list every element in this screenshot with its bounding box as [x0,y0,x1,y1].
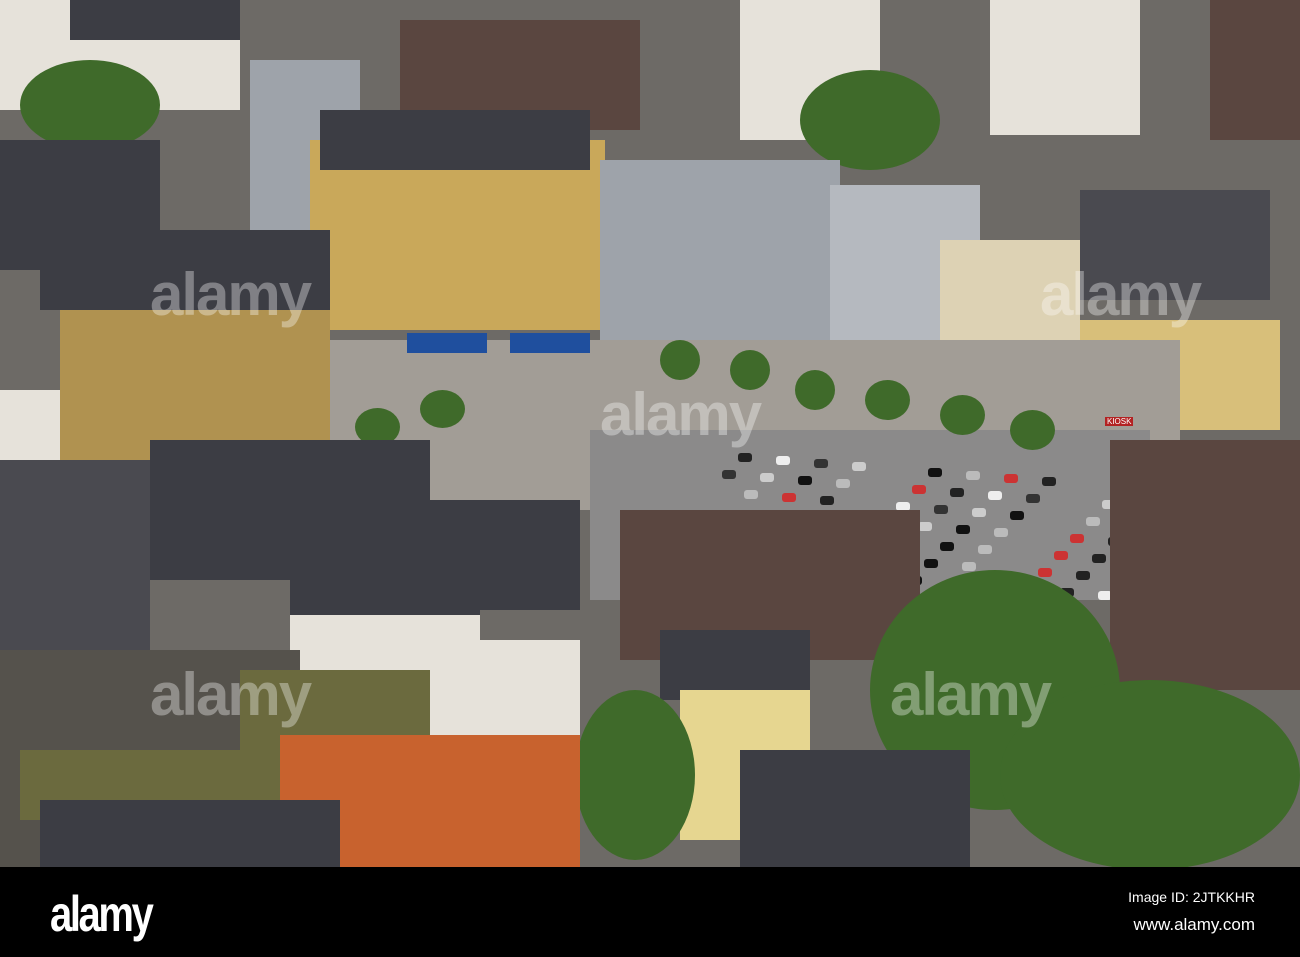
parked-car [940,542,954,551]
parked-car [798,476,812,485]
parked-car [956,525,970,534]
parked-car [934,505,948,514]
parked-car [1042,477,1056,486]
parked-car [738,453,752,462]
parked-car [966,471,980,480]
parked-car [820,496,834,505]
parked-car [1092,554,1106,563]
parked-car [1004,474,1018,483]
building [1210,0,1300,140]
parked-car [994,528,1008,537]
tree [575,690,695,860]
watermark: alamy [890,661,1052,728]
tree [800,70,940,170]
building [990,0,1140,135]
tree [940,395,985,435]
tree [420,390,465,428]
parked-car [744,490,758,499]
parked-car [972,508,986,517]
site-url: www.alamy.com [1133,915,1255,934]
watermark: alamy [600,381,762,448]
parked-car [928,468,942,477]
cafe-umbrellas [407,333,487,353]
parked-car [1070,534,1084,543]
parked-car [1038,568,1052,577]
cafe-umbrellas [510,333,590,353]
roof [320,110,590,170]
parked-car [978,545,992,554]
roof [1110,440,1300,690]
parked-car [760,473,774,482]
parked-car [1086,517,1100,526]
parked-car [782,493,796,502]
tree [865,380,910,420]
roof [40,800,340,867]
tree [660,340,700,380]
roof [290,555,480,615]
footer-bar: alamy Image ID: 2JTKKHR www.alamy.com [0,867,1300,957]
parked-car [950,488,964,497]
tree [1010,410,1055,450]
alamy-logo: alamy [50,886,154,942]
tree [795,370,835,410]
aerial-town-square-photo: KIOSK alamy alamy alamy alamy alamy [0,0,1300,867]
parked-car [814,459,828,468]
parked-car [962,562,976,571]
parked-car [1054,551,1068,560]
parked-car [924,559,938,568]
parked-car [776,456,790,465]
roof [740,750,970,867]
image-id: Image ID: 2JTKKHR [1128,889,1255,905]
parked-car [912,485,926,494]
parked-car [988,491,1002,500]
roof [0,460,150,680]
watermark: alamy [1040,261,1202,328]
parked-car [1076,571,1090,580]
parked-car [1026,494,1040,503]
parked-car [722,470,736,479]
watermark: alamy [150,261,312,328]
parked-car [836,479,850,488]
kiosk-sign: KIOSK [1105,417,1134,426]
parked-car [918,522,932,531]
parked-car [852,462,866,471]
roof [70,0,240,40]
tree [20,60,160,150]
office-building [600,160,840,360]
parked-car [1010,511,1024,520]
watermark: alamy [150,661,312,728]
